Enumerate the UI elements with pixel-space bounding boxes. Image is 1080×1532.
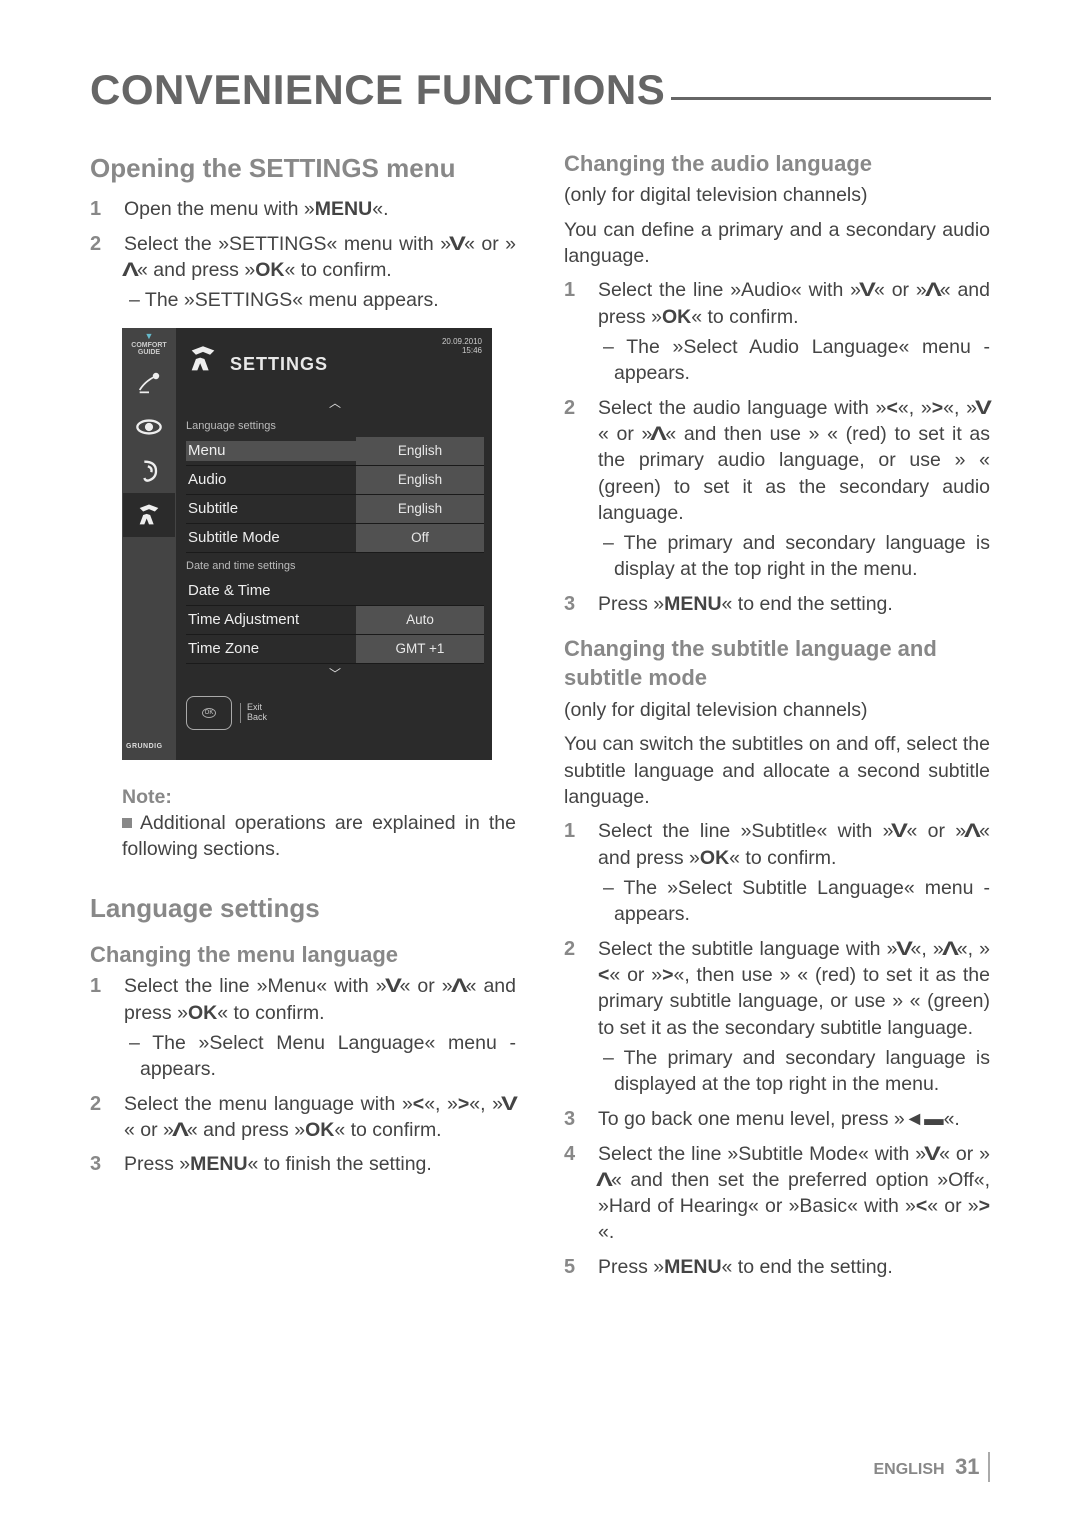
down-icon: V [896,936,913,962]
bullet-icon [122,818,132,828]
ear-icon [129,449,169,493]
step-sub: – The »Select Menu Language« menu ­appea… [124,1030,516,1083]
open-settings-steps: 1 Open the menu with »MENU«. 2 Select th… [90,196,516,314]
up-icon: Λ [964,818,981,844]
menu-row: MenuEnglish [186,437,484,466]
step-text: Press »MENU« to finish the setting. [124,1151,516,1178]
subheading-note: (only for digital television channels) [564,182,990,208]
heading-subtitle: Changing the subtitle language and subti… [564,634,990,693]
down-icon: V [385,973,402,999]
up-icon: Λ [122,257,139,283]
up-icon: Λ [925,277,942,303]
page-title: CONVENIENCE FUNCTIONS [90,62,990,119]
chevron-up-icon: ︿ [186,395,484,411]
step-text: Select the line »Audio« with »V« or »Λ« … [598,277,990,386]
step-text: Select the line »Subtitle Mode« with »V«… [598,1141,990,1246]
gear-icon [186,342,220,388]
right-icon: > [932,395,943,421]
page-footer: ENGLISH 31 [873,1452,990,1482]
columns: Opening the SETTINGS menu 1 Open the men… [90,145,990,1289]
satellite-icon [129,361,169,405]
left-icon: < [916,1193,927,1219]
subtitle-steps: 1 Select the line »Subtitle« with »V« or… [564,818,990,1280]
right-icon: > [979,1193,990,1219]
right-column: Changing the audio language (only for di… [564,145,990,1289]
down-icon: V [449,231,466,257]
eye-icon [129,405,169,449]
remote-hint: OK ExitBack [186,696,484,730]
step-text: Press »MENU« to end the setting. [598,591,990,618]
intro-text: You can define a primary and a secondary… [564,217,990,270]
up-icon: Λ [650,421,667,447]
menu-row: SubtitleEnglish [186,495,484,524]
step-text: Open the menu with »MENU«. [124,196,516,223]
menu-datetime: 20.09.201015:46 [442,338,482,356]
down-icon: V [975,395,992,421]
menu-body: 20.09.201015:46 SETTINGS ︿ Language sett… [176,328,492,760]
menu-row: Date & Time [186,577,484,606]
step-sub: – The primary and secondary language is … [598,530,990,583]
menu-row: AudioEnglish [186,466,484,495]
audio-language-steps: 1 Select the line »Audio« with »V« or »Λ… [564,277,990,617]
left-icon: < [413,1091,424,1117]
up-icon: Λ [451,973,468,999]
intro-text: You can switch the subtitles on and off,… [564,731,990,810]
right-icon: > [458,1091,469,1117]
heading-menu-language: Changing the menu language [90,940,516,970]
step-text: To go back one menu level, press »◄▬«. [598,1106,990,1133]
note-text: Additional operations are explained in t… [122,812,516,860]
menu-sidebar: ▼COMFORT GUIDE GRUNDIG [122,328,176,760]
menu-row: Subtitle ModeOff [186,524,484,553]
menu-section: Date and time settings [186,559,484,574]
step-sub: – The primary and secondary language is … [598,1045,990,1098]
page: CONVENIENCE FUNCTIONS Opening the SETTIN… [0,0,1080,1349]
step-sub: – The »Select Audio Language« menu ­appe… [598,334,990,387]
down-icon: V [924,1141,941,1167]
up-icon: Λ [172,1117,189,1143]
left-icon: < [887,395,898,421]
menu-language-steps: 1 Select the line »Menu« with »V« or »Λ«… [90,973,516,1178]
right-icon: > [662,962,673,988]
up-icon: Λ [596,1167,613,1193]
left-column: Opening the SETTINGS menu 1 Open the men… [90,145,516,1289]
step-text: Select the »SETTINGS« menu with »V« or »… [124,231,516,314]
step-text: Select the subtitle language with »V«, »… [598,936,990,1098]
menu-tab: ▼COMFORT GUIDE [122,328,176,361]
settings-menu-screenshot: ▼COMFORT GUIDE GRUNDIG [122,328,492,760]
step-text: Select the line »Menu« with »V« or »Λ« a… [124,973,516,1082]
step-text: Select the audio language with »<«, »>«,… [598,395,990,583]
page-number: 31 [955,1454,979,1479]
menu-row: Time AdjustmentAuto [186,606,484,635]
footer-language: ENGLISH [873,1461,944,1478]
heading-audio-language: Changing the audio language [564,149,990,179]
note-block: Note: Additional operations are explaine… [90,784,516,863]
down-icon: V [859,277,876,303]
step-text: Press »MENU« to end the setting. [598,1254,990,1281]
back-icon: ◄▬ [905,1106,944,1132]
menu-section: Language settings [186,419,484,434]
step-text: Select the menu language with »<«, »>«, … [124,1091,516,1144]
settings-icon-active [123,493,175,537]
down-icon: V [892,818,909,844]
left-icon: < [598,962,609,988]
subheading-note: (only for digital television channels) [564,697,990,723]
step-sub: – The »SETTINGS« menu appears. [124,287,516,313]
heading-open-settings: Opening the SETTINGS menu [90,151,516,186]
heading-language-settings: Language settings [90,891,516,926]
step-sub: – The »Select Subtitle Language« menu ­a… [598,875,990,928]
brand-label: GRUNDIG [126,742,163,751]
menu-row: Time ZoneGMT +1 [186,635,484,664]
chevron-down-icon: ﹀ [186,666,484,682]
step-text: Select the line »Subtitle« with »V« or »… [598,818,990,927]
up-icon: Λ [942,936,959,962]
down-icon: V [501,1091,518,1117]
note-label: Note: [122,784,516,810]
menu-title: SETTINGS [230,352,328,376]
